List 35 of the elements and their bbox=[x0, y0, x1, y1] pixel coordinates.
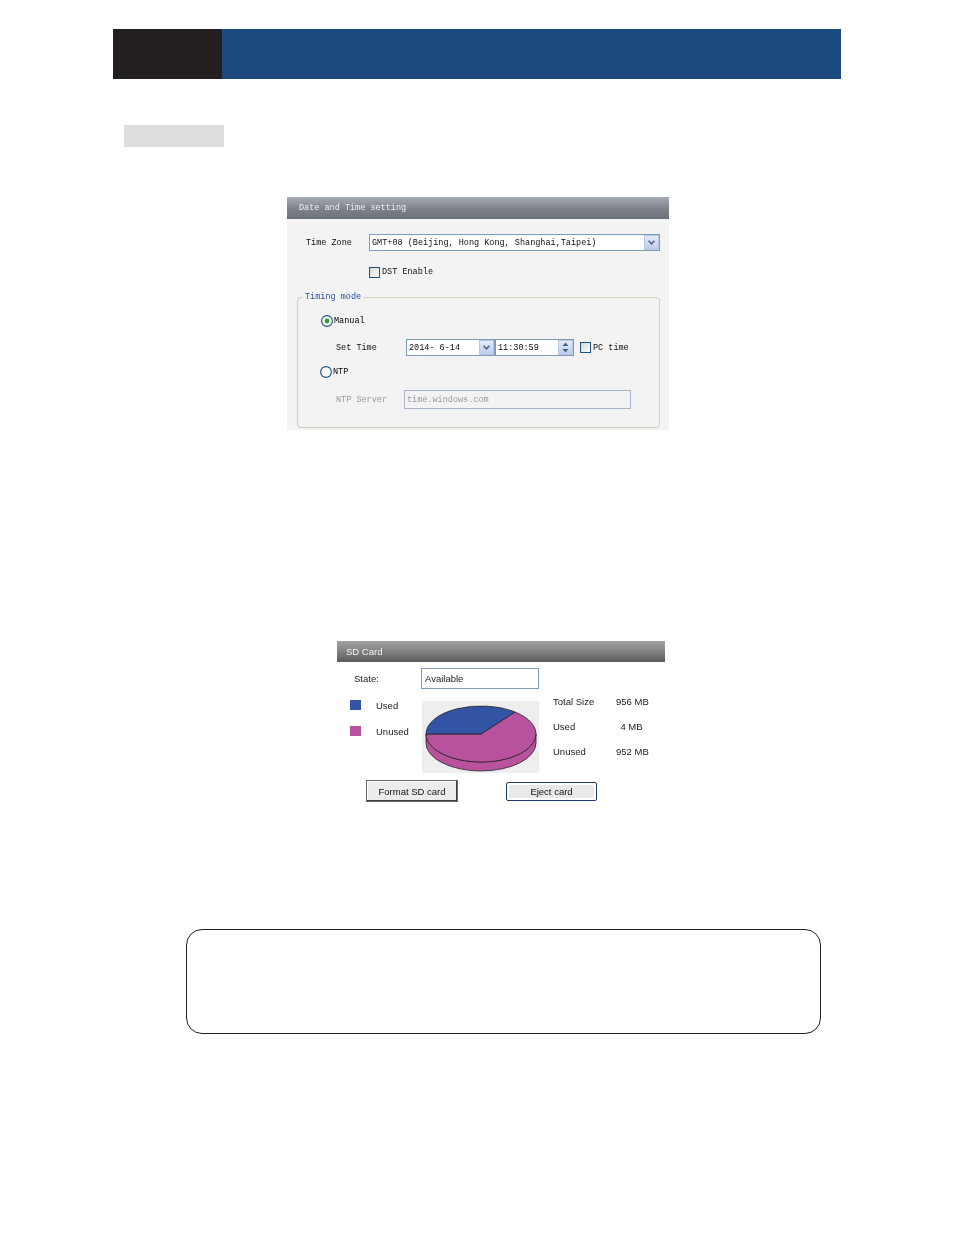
time-field[interactable]: 11:30:59 bbox=[495, 339, 574, 356]
stat-value: 952 MB bbox=[616, 745, 647, 757]
stat-label: Unused bbox=[553, 745, 587, 757]
date-field[interactable]: 2014- 6-14 bbox=[406, 339, 495, 356]
stat-label: Total Size bbox=[553, 695, 596, 707]
state-field[interactable]: Available bbox=[421, 668, 539, 689]
spin-button[interactable] bbox=[558, 340, 573, 355]
radio-label: NTP bbox=[333, 367, 349, 377]
stat-value: 4 MB bbox=[619, 720, 644, 732]
dropdown-button[interactable] bbox=[644, 235, 659, 250]
panel-title-bar: SD Card bbox=[337, 641, 665, 662]
time-zone-select[interactable]: GMT+08 (Beijing, Hong Kong, Shanghai,Taipei) bbox=[369, 234, 660, 251]
group-legend: Timing mode bbox=[303, 292, 364, 303]
up-down-arrows-icon bbox=[562, 342, 569, 353]
stat-value: 956 MB bbox=[616, 695, 647, 707]
checkbox-label: DST Enable bbox=[382, 267, 433, 277]
radio-button[interactable] bbox=[320, 366, 332, 378]
chevron-down-icon bbox=[483, 345, 490, 350]
checkbox-label: PC time bbox=[593, 342, 629, 353]
state-label: State: bbox=[354, 673, 380, 684]
chevron-down-icon bbox=[648, 240, 655, 245]
eject-button[interactable]: Eject card bbox=[506, 782, 597, 801]
legend-label: Unused bbox=[376, 725, 409, 737]
radio-label: Manual bbox=[334, 316, 365, 326]
stat-label: Used bbox=[553, 720, 577, 732]
radio-button[interactable] bbox=[321, 315, 333, 327]
panel-title-bar: Date and Time setting bbox=[287, 197, 669, 219]
checkbox[interactable] bbox=[580, 342, 591, 353]
dropdown-button[interactable] bbox=[479, 340, 494, 355]
time-zone-label: Time Zone bbox=[306, 237, 353, 248]
legend-label: Used bbox=[376, 699, 399, 711]
format-button[interactable]: Format SD card bbox=[366, 780, 458, 802]
ntp-server-label: NTP Server bbox=[336, 394, 388, 405]
set-time-label: Set Time bbox=[336, 342, 378, 353]
checkbox[interactable] bbox=[369, 266, 380, 278]
